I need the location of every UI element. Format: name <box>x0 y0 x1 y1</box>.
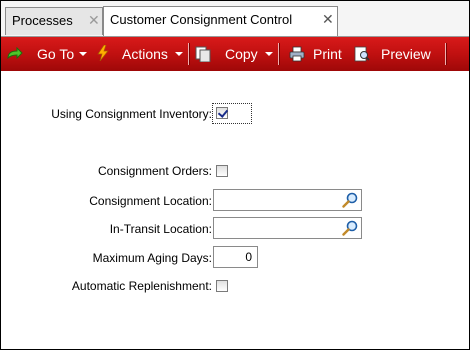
window-frame: Processes ✕ Customer Consignment Control… <box>0 0 470 350</box>
search-icon[interactable] <box>342 220 358 236</box>
toolbar: Go To Actions Copy Print Preview <box>1 37 469 71</box>
in-transit-location-label: In-Transit Location: <box>109 222 212 236</box>
lightning-icon <box>97 45 109 61</box>
actions-button[interactable]: Actions <box>122 37 168 71</box>
tab-processes[interactable]: Processes ✕ <box>5 7 103 35</box>
maximum-aging-days-input[interactable]: 0 <box>213 246 258 268</box>
print-button[interactable]: Print <box>313 37 342 71</box>
preview-label: Preview <box>381 46 431 62</box>
using-consignment-inventory-label: Using Consignment Inventory: <box>51 107 212 121</box>
copy-label: Copy <box>225 46 258 62</box>
in-transit-location-field[interactable] <box>213 217 362 239</box>
actions-chevron-down-icon[interactable] <box>175 52 183 56</box>
actions-label: Actions <box>122 46 168 62</box>
copy-button[interactable]: Copy <box>225 37 258 71</box>
tab-customer-consignment-control-label: Customer Consignment Control <box>110 12 293 27</box>
preview-button[interactable]: Preview <box>381 37 431 71</box>
preview-icon <box>354 46 370 62</box>
goto-chevron-down-icon[interactable] <box>79 52 87 56</box>
consignment-orders-checkbox[interactable] <box>216 165 228 177</box>
tab-customer-consignment-control-close-icon[interactable]: ✕ <box>322 7 334 31</box>
consignment-orders-label: Consignment Orders: <box>97 164 212 178</box>
print-label: Print <box>313 46 342 62</box>
toolbar-separator <box>445 43 447 65</box>
tab-processes-close-icon[interactable]: ✕ <box>88 8 100 32</box>
copy-icon <box>195 46 211 62</box>
copy-chevron-down-icon[interactable] <box>265 52 273 56</box>
consignment-location-label: Consignment Location: <box>89 194 212 208</box>
toolbar-separator <box>188 43 190 65</box>
automatic-replenishment-label: Automatic Replenishment: <box>71 279 212 293</box>
green-arrow-icon <box>7 46 23 60</box>
using-consignment-inventory-checkbox[interactable] <box>216 107 228 119</box>
goto-button[interactable]: Go To <box>37 37 74 71</box>
toolbar-separator <box>278 43 280 65</box>
printer-icon <box>289 46 305 62</box>
tab-customer-consignment-control[interactable]: Customer Consignment Control ✕ <box>103 6 338 36</box>
tab-strip: Processes ✕ Customer Consignment Control… <box>1 1 469 37</box>
automatic-replenishment-checkbox[interactable] <box>216 280 228 292</box>
goto-label: Go To <box>37 46 75 62</box>
maximum-aging-days-label: Maximum Aging Days: <box>92 251 212 265</box>
search-icon[interactable] <box>342 192 358 208</box>
consignment-location-field[interactable] <box>213 189 362 211</box>
tab-processes-label: Processes <box>12 13 73 28</box>
